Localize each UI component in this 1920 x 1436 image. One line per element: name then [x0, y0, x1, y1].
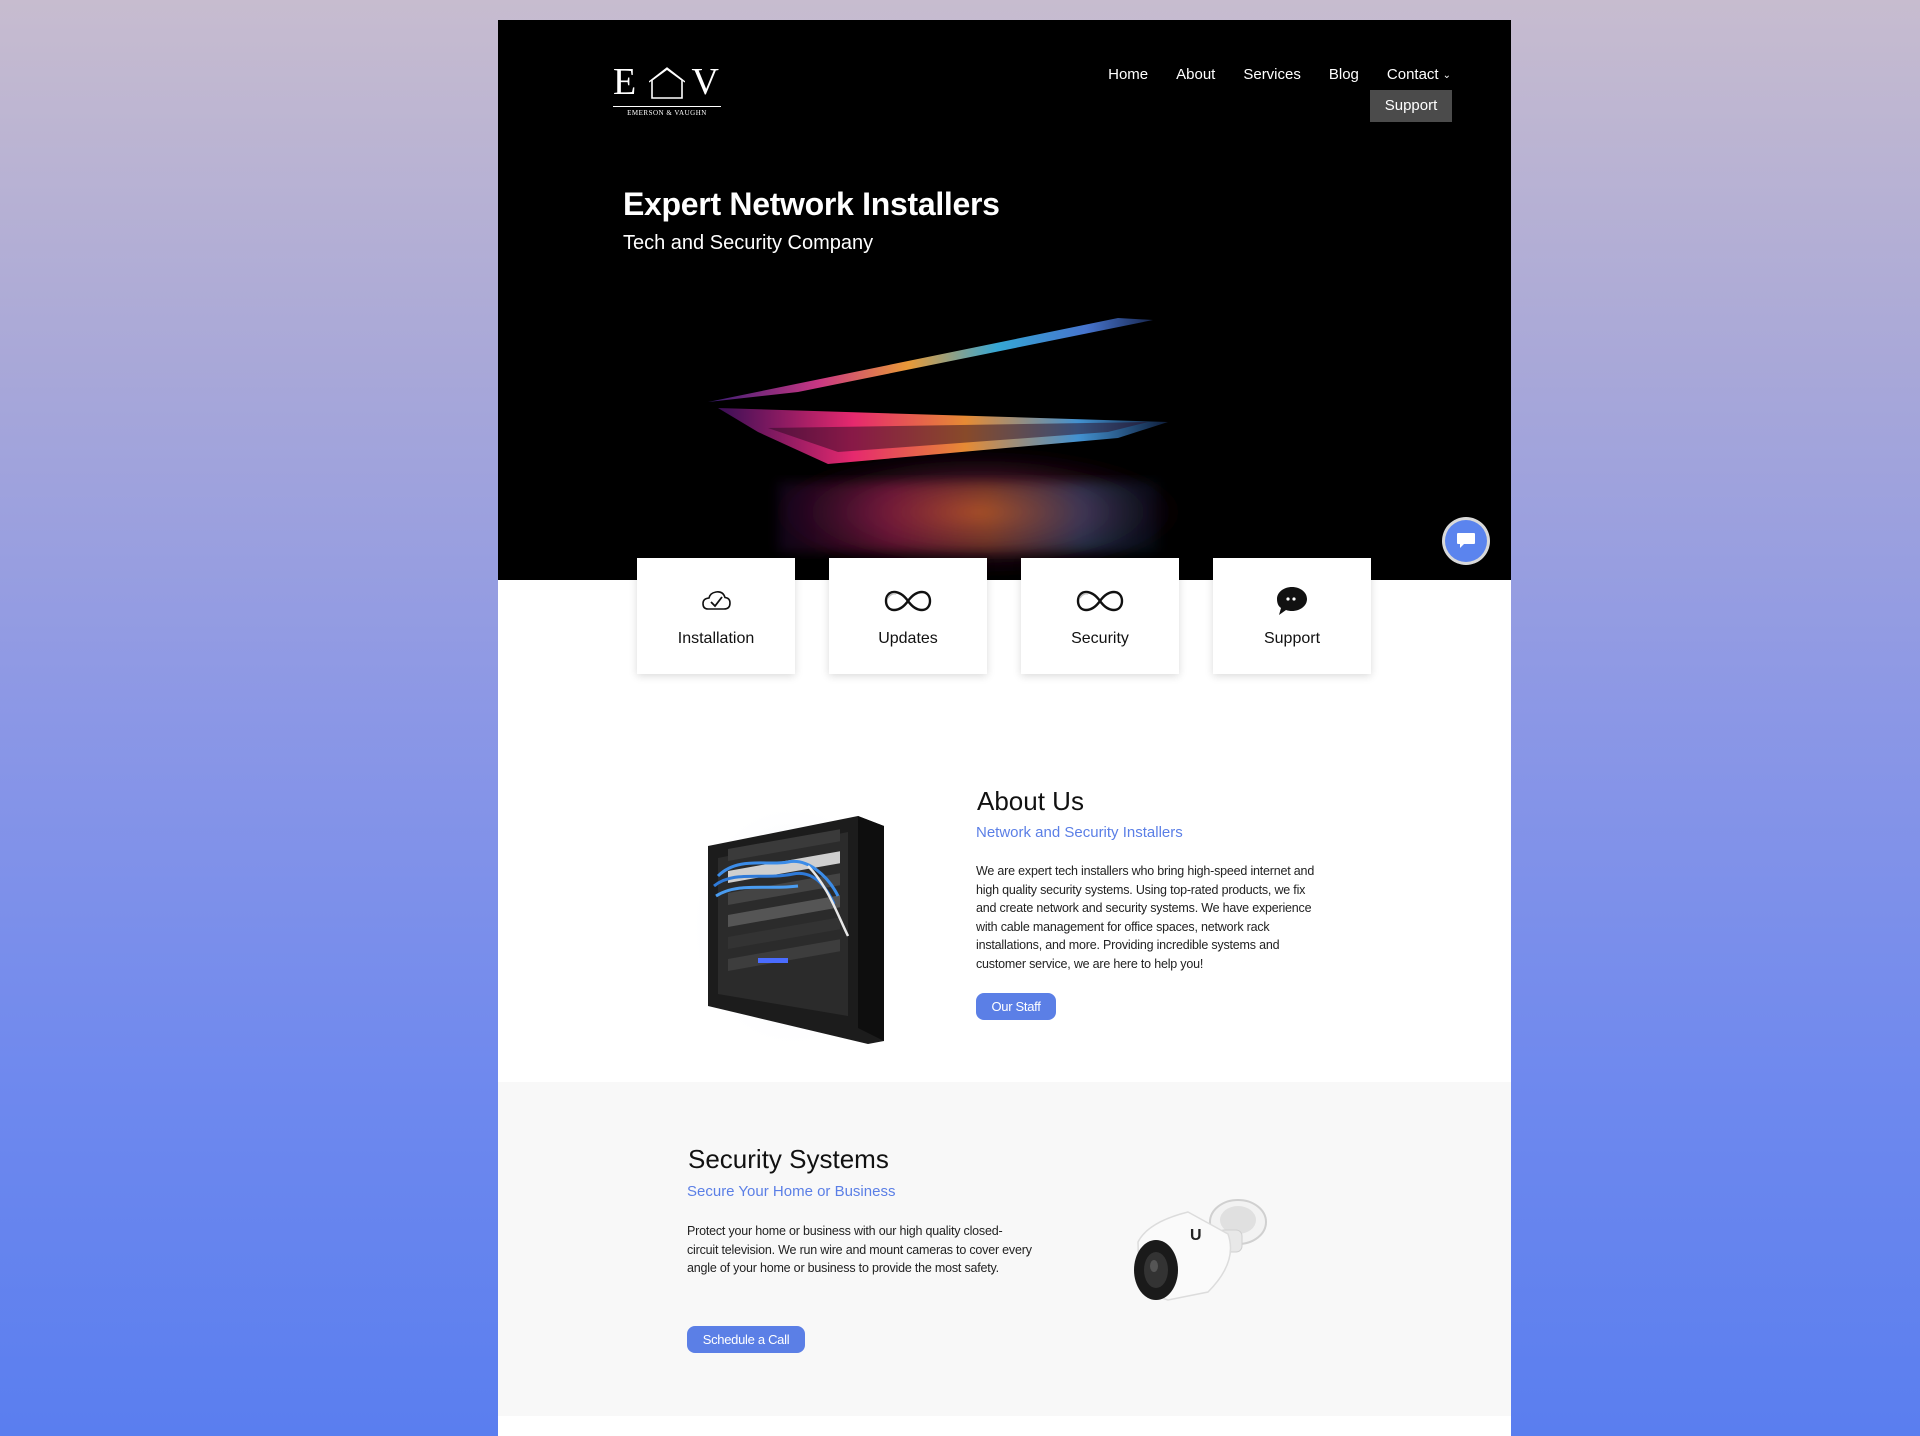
security-title: Security Systems — [688, 1144, 889, 1174]
support-button[interactable]: Support — [1370, 90, 1452, 122]
logo-mark: E V — [613, 61, 721, 103]
chat-bubble-icon — [1277, 587, 1307, 615]
about-title: About Us — [977, 786, 1084, 816]
cloud-check-icon — [702, 591, 731, 610]
feature-cards: Installation Updates Security Support — [637, 558, 1372, 676]
security-section: Security Systems Secure Your Home or Bus… — [498, 1082, 1511, 1416]
logo-divider — [613, 106, 721, 107]
nav-item-blog[interactable]: Blog — [1329, 66, 1359, 83]
infinity-icon — [1076, 590, 1124, 612]
feature-card-label: Security — [1071, 630, 1129, 647]
nav-item-about[interactable]: About — [1176, 66, 1215, 83]
feature-card-label: Updates — [878, 630, 938, 647]
security-camera-image: U — [1134, 1199, 1267, 1301]
brand-logo[interactable]: E V EMERSON & VAUGHN — [613, 62, 721, 118]
chevron-down-icon: ⌄ — [1442, 70, 1451, 81]
feature-card-installation[interactable]: Installation — [637, 558, 795, 674]
network-rack-image — [688, 801, 898, 1051]
website-page: E V EMERSON & VAUGHN Home About Services… — [498, 20, 1511, 1436]
schedule-call-button[interactable]: Schedule a Call — [687, 1326, 805, 1353]
about-description: We are expert tech installers who bring … — [976, 864, 1315, 971]
security-description: Protect your home or business with our h… — [687, 1224, 1032, 1275]
feature-card-updates[interactable]: Updates — [829, 558, 987, 674]
feature-card-label: Support — [1263, 630, 1321, 647]
infinity-icon — [884, 590, 932, 612]
security-subtitle: Secure Your Home or Business — [687, 1183, 896, 1200]
nav-item-contact[interactable]: Contact ⌄ — [1387, 66, 1451, 83]
house-icon — [649, 67, 685, 99]
feature-card-support[interactable]: Support — [1213, 558, 1371, 674]
main-nav: Home About Services Blog Contact ⌄ — [1108, 66, 1451, 83]
nav-item-contact-label: Contact — [1386, 66, 1439, 83]
chat-widget-button[interactable] — [1445, 520, 1487, 562]
feature-card-security[interactable]: Security — [1021, 558, 1179, 674]
our-staff-button[interactable]: Our Staff — [976, 993, 1056, 1020]
feature-card-label: Installation — [677, 630, 755, 647]
svg-text:U: U — [1190, 1227, 1202, 1244]
hero-title: Expert Network Installers — [623, 186, 1000, 222]
nav-item-services[interactable]: Services — [1243, 66, 1301, 83]
nav-item-home[interactable]: Home — [1108, 66, 1148, 83]
laptop-image — [708, 318, 1208, 580]
chat-icon — [1457, 533, 1475, 548]
about-subtitle: Network and Security Installers — [976, 824, 1183, 841]
hero-subtitle: Tech and Security Company — [623, 232, 874, 254]
hero-section: E V EMERSON & VAUGHN Home About Services… — [498, 20, 1511, 580]
logo-subtitle: EMERSON & VAUGHN — [627, 109, 707, 117]
